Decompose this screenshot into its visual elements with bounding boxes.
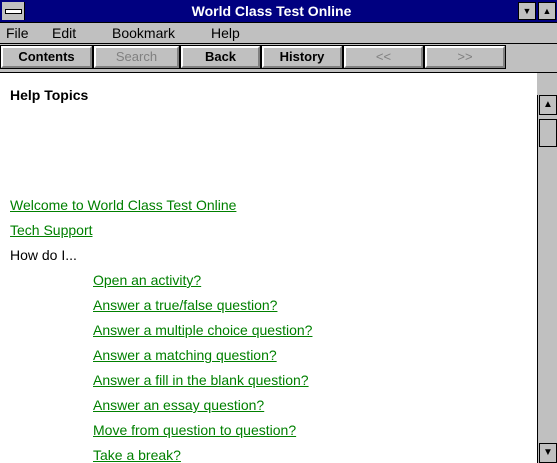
help-window: World Class Test Online ▼ ▲ File Edit Bo… [0,0,557,463]
arrow-up-icon: ▲ [543,99,553,110]
minimize-button[interactable]: ▼ [518,2,536,20]
contents-button[interactable]: Contents [0,45,93,69]
link-welcome[interactable]: Welcome to World Class Test Online [10,195,236,215]
page-title: Help Topics [10,87,89,103]
link-essay[interactable]: Answer an essay question? [93,395,264,415]
triangle-down-icon: ▼ [522,6,532,16]
link-move-between-questions[interactable]: Move from question to question? [93,420,296,440]
menu-edit[interactable]: Edit [52,24,76,42]
arrow-down-icon: ▼ [543,447,553,458]
system-menu-icon[interactable] [2,2,25,20]
link-true-false[interactable]: Answer a true/false question? [93,295,277,315]
link-take-break[interactable]: Take a break? [93,445,181,463]
menu-bookmark[interactable]: Bookmark [112,24,175,42]
menu-bar: File Edit Bookmark Help [0,23,557,44]
vertical-scrollbar[interactable]: ▲ ▼ [537,95,557,463]
history-button[interactable]: History [261,45,343,69]
title-bar[interactable]: World Class Test Online ▼ ▲ [0,0,557,23]
triangle-up-icon: ▲ [542,6,552,16]
link-fill-in-blank[interactable]: Answer a fill in the blank question? [93,370,309,390]
scroll-up-button[interactable]: ▲ [539,95,557,115]
link-open-activity[interactable]: Open an activity? [93,270,201,290]
browse-back-button[interactable]: << [343,45,424,69]
how-do-i-label: How do I... [10,247,77,263]
help-content: Help Topics Welcome to World Class Test … [0,73,537,463]
link-tech-support[interactable]: Tech Support [10,220,93,240]
link-matching[interactable]: Answer a matching question? [93,345,277,365]
button-bar: Contents Search Back History << >> [0,44,557,73]
browse-forward-button[interactable]: >> [424,45,506,69]
window-title: World Class Test Online [191,3,352,19]
maximize-button[interactable]: ▲ [538,2,556,20]
scroll-thumb[interactable] [539,119,557,147]
scroll-down-button[interactable]: ▼ [539,443,557,463]
search-button[interactable]: Search [93,45,180,69]
link-multiple-choice[interactable]: Answer a multiple choice question? [93,320,312,340]
back-button[interactable]: Back [180,45,261,69]
menu-help[interactable]: Help [211,24,240,42]
menu-file[interactable]: File [6,24,29,42]
